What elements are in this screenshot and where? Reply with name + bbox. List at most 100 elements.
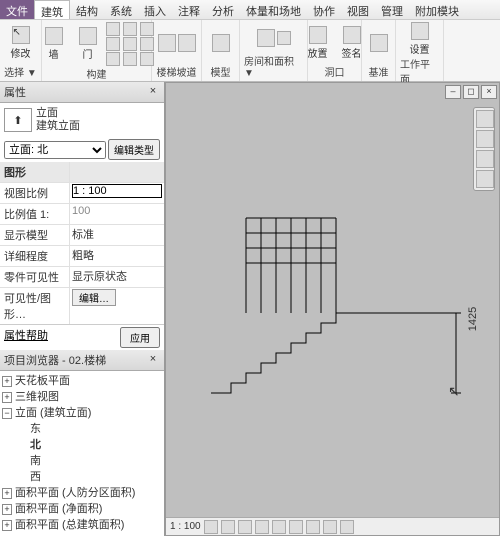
input-scale[interactable] (72, 184, 162, 198)
menu-bar: 文件 建筑 结构 系统 插入 注释 分析 体量和场地 协作 视图 管理 附加模块 (0, 0, 500, 20)
tab-view[interactable]: 视图 (341, 0, 375, 19)
tab-addins[interactable]: 附加模块 (409, 0, 465, 19)
modify-button[interactable]: ↖修改 (5, 26, 37, 60)
datum-icon[interactable] (370, 34, 388, 52)
zoom-icon[interactable] (476, 170, 494, 188)
node-elev[interactable]: 立面 (建筑立面) (15, 407, 91, 419)
stair-drawing (206, 183, 476, 443)
expand-icon[interactable]: + (2, 488, 12, 499)
node-south[interactable]: 南 (2, 453, 162, 469)
shadow-icon[interactable] (255, 520, 269, 534)
place-icon (309, 26, 327, 44)
browser-title: 项目浏览器 - 02.楼梯 (4, 352, 106, 368)
tab-collab[interactable]: 协作 (307, 0, 341, 19)
visual-style-icon[interactable] (221, 520, 235, 534)
hide-icon[interactable] (323, 520, 337, 534)
close-view-icon[interactable]: × (481, 85, 497, 99)
lock-icon[interactable] (306, 520, 320, 534)
node-north[interactable]: 北 (2, 437, 162, 453)
gear-icon (411, 22, 429, 40)
value-display[interactable]: 标准 (70, 225, 164, 245)
wall-button[interactable]: 墙 (38, 27, 70, 61)
build-tools[interactable] (106, 22, 156, 66)
node-east[interactable]: 东 (2, 421, 162, 437)
sun-icon[interactable] (238, 520, 252, 534)
scale-display[interactable]: 1 : 100 (170, 521, 201, 532)
close-icon[interactable]: × (146, 85, 160, 99)
ribbon: ↖修改 选择 ▼ 墙 门 构建 楼梯坡道 模型 房间和面积 ▼ 放置 签名 洞口… (0, 20, 500, 82)
stair-icon[interactable] (158, 34, 176, 52)
label-parts: 零件可见性 (0, 267, 70, 287)
reveal-icon[interactable] (340, 520, 354, 534)
node-area3[interactable]: 面积平面 (总建筑面积) (15, 519, 124, 531)
wall-icon (45, 27, 63, 45)
vg-edit-button[interactable]: 编辑… (72, 289, 116, 306)
properties-title: 属性 (4, 84, 26, 100)
tab-file[interactable]: 文件 (0, 0, 34, 19)
label-ratio: 比例值 1: (0, 204, 70, 224)
type-thumb: ⬆ (4, 108, 32, 132)
detail-icon[interactable] (204, 520, 218, 534)
group-select[interactable]: 选择 ▼ (4, 64, 37, 79)
room-icon[interactable] (257, 29, 275, 47)
home-icon[interactable] (476, 110, 494, 128)
set-button[interactable]: 设置 (404, 22, 436, 56)
door-button[interactable]: 门 (72, 27, 104, 61)
crop-icon[interactable] (272, 520, 286, 534)
instance-select[interactable]: 立面: 北 (4, 141, 106, 159)
tab-system[interactable]: 系统 (104, 0, 138, 19)
expand-icon[interactable]: + (2, 392, 12, 403)
ramp-icon[interactable] (178, 34, 196, 52)
expand-icon[interactable]: + (2, 504, 12, 515)
cursor-icon: ↖ (12, 26, 30, 44)
mouse-cursor-icon: ↖ (448, 383, 460, 400)
section-graphics: 图形 (0, 162, 70, 182)
node-area1[interactable]: 面积平面 (人防分区面积) (15, 487, 135, 499)
node-3d[interactable]: 三维视图 (15, 391, 59, 403)
property-help-link[interactable]: 属性帮助 (4, 327, 48, 348)
expand-icon[interactable]: + (2, 520, 12, 531)
wheel-icon[interactable] (476, 130, 494, 148)
group-stair: 楼梯坡道 (157, 64, 197, 79)
collapse-icon[interactable]: − (2, 408, 12, 419)
model-icon[interactable] (212, 34, 230, 52)
browser-header: 项目浏览器 - 02.楼梯 × (0, 350, 164, 371)
tab-annotate[interactable]: 注释 (172, 0, 206, 19)
group-room[interactable]: 房间和面积 ▼ (244, 53, 303, 79)
area-icon[interactable] (277, 31, 291, 45)
view-control-bar: 1 : 100 (166, 517, 499, 535)
maximize-icon[interactable]: ◻ (463, 85, 479, 99)
tab-analyze[interactable]: 分析 (206, 0, 240, 19)
value-detail[interactable]: 粗略 (70, 246, 164, 266)
tab-arch[interactable]: 建筑 (34, 0, 70, 19)
pan-icon[interactable] (476, 150, 494, 168)
arrow-up-icon: ⬆ (13, 114, 22, 127)
group-model: 模型 (211, 64, 231, 79)
node-ceiling[interactable]: 天花板平面 (15, 375, 70, 387)
property-grid: 图形 视图比例 比例值 1:100 显示模型标准 详细程度粗略 零件可见性显示原… (0, 162, 164, 324)
apply-button[interactable]: 应用 (120, 327, 160, 348)
dimension-label: 1425 (467, 307, 479, 331)
crop-region-icon[interactable] (289, 520, 303, 534)
tab-mass[interactable]: 体量和场地 (240, 0, 307, 19)
properties-header: 属性 × (0, 82, 164, 103)
nav-bar (473, 107, 495, 191)
tab-insert[interactable]: 插入 (138, 0, 172, 19)
node-west[interactable]: 西 (2, 469, 162, 485)
browser-close-icon[interactable]: × (146, 353, 160, 367)
value-ratio: 100 (70, 204, 164, 224)
type-category: 立面 (36, 107, 80, 120)
place-button[interactable]: 放置 (302, 26, 334, 60)
drawing-viewport[interactable]: – ◻ × (165, 82, 500, 536)
door-icon (79, 27, 97, 45)
tab-manage[interactable]: 管理 (375, 0, 409, 19)
minimize-icon[interactable]: – (445, 85, 461, 99)
expand-icon[interactable]: + (2, 376, 12, 387)
label-vg: 可见性/图形… (0, 288, 70, 324)
tab-struct[interactable]: 结构 (70, 0, 104, 19)
project-browser-tree[interactable]: +天花板平面 +三维视图 −立面 (建筑立面) 东 北 南 西 +面积平面 (人… (0, 371, 164, 536)
value-parts[interactable]: 显示原状态 (70, 267, 164, 287)
node-area2[interactable]: 面积平面 (净面积) (15, 503, 102, 515)
edit-type-button[interactable]: 编辑类型 (108, 139, 160, 160)
label-display: 显示模型 (0, 225, 70, 245)
